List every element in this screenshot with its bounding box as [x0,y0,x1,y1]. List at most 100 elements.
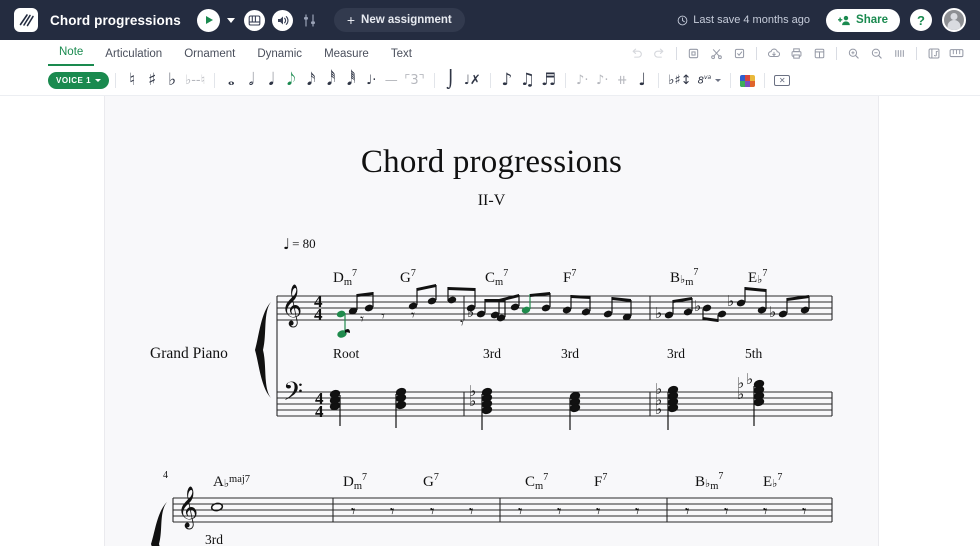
document-tools [625,43,980,66]
clock-icon [677,15,688,25]
volume-button[interactable] [271,9,293,31]
redo-icon[interactable] [648,43,671,63]
flat-logo[interactable] [14,8,38,32]
grace-note-tool[interactable]: ♪ [497,68,517,94]
quarter-rest: 𝄾 [390,502,395,522]
tab-text[interactable]: Text [380,48,423,66]
quarter-rests-system-2: 𝄾 𝄾 𝄾 𝄾 𝄾 𝄾 𝄾 𝄾 𝄾 𝄾 𝄾 𝄾 [351,502,807,522]
play-options-chevron-down-icon[interactable] [226,17,235,23]
quarter-rest: 𝄾 [557,502,562,522]
header-right-group: Last save 4 months ago Share ? [677,8,970,32]
cursor-tool[interactable]: ⌡ [441,68,461,94]
undo-icon[interactable] [625,43,648,63]
sixtyfourth-note-tool[interactable]: 𝅘𝅥𝅱 [341,68,361,94]
function-label: 5th [745,346,763,361]
slur-tool[interactable]: ♪· [572,68,592,94]
bass-chord [329,389,341,426]
mixer-button[interactable] [300,10,320,30]
voice-selector[interactable]: VOICE 1 [48,72,110,89]
tab-note[interactable]: Note [48,46,95,66]
whole-note-tool[interactable]: 𝅝 [221,68,241,94]
print-icon[interactable] [785,43,808,63]
divider [836,46,837,60]
save-cloud-icon[interactable] [762,43,785,63]
dotted-note-tool[interactable]: ♩· [361,68,381,94]
layout-icon[interactable] [808,43,831,63]
flat-accidental: ♭ [727,292,734,310]
chord-symbol: Cm7 [485,268,508,288]
new-assignment-label: New assignment [361,14,452,26]
divider [730,73,732,88]
copy-icon[interactable] [682,43,705,63]
clear-tool[interactable]: ✕ [771,68,793,94]
bass-chord [569,391,581,430]
piano-keyboard-button[interactable] [243,9,265,31]
octave-tool[interactable]: 8va [695,68,725,94]
avatar[interactable] [942,8,966,32]
chord-symbols-system-1: Dm7 G7 Cm7 F7 B♭m7 E♭7 [333,267,767,288]
quarter-rest: 𝄾 [724,502,729,522]
divider [676,46,677,60]
quarter-rest: 𝄾 [430,502,435,522]
paste-icon[interactable] [728,43,751,63]
chord-symbol: B♭m7 [670,267,698,288]
sharp-tool[interactable]: ♯ [142,68,162,94]
sixteenth-note-tool[interactable]: 𝅘𝅥𝅯 [301,68,321,94]
tab-measure[interactable]: Measure [313,48,380,66]
transpose-tool[interactable]: ♭♯↕ [665,68,694,94]
flat-tool[interactable]: ♭ [162,68,182,94]
stem-direction-tool[interactable]: ♩ [632,68,652,94]
tie-tool[interactable]: — [381,68,401,94]
quarter-rest: 𝄾 [460,314,464,332]
system-1[interactable]: Dm7 G7 Cm7 F7 B♭m7 E♭7 𝄞 𝄢 4 4 4 4 𝄾 𝄾 𝄾… [105,96,880,456]
tab-dynamic[interactable]: Dynamic [246,48,313,66]
bass-clef-icon: 𝄢 [283,377,303,413]
share-label: Share [856,14,888,26]
repeat-tool[interactable]: ⧺ [612,68,632,94]
share-button[interactable]: Share [826,8,900,32]
quarter-rest: 𝄾 [411,306,415,324]
tab-ornament[interactable]: Ornament [173,48,246,66]
document-title[interactable]: Chord progressions [50,13,181,28]
natural-tool[interactable]: ♮ [122,68,142,94]
chord-symbol: F7 [594,472,607,490]
tab-articulation[interactable]: Articulation [94,48,173,66]
color-tool[interactable] [737,68,758,94]
eighth-note-tool[interactable]: 𝅘𝅥𝅮 [281,68,301,94]
beam-tool[interactable]: ♫ [517,68,538,94]
time-signature-denominator: 4 [315,402,324,421]
tuplet-tool[interactable]: ⌜3⌝ [401,68,427,94]
svg-text:♭: ♭ [746,370,753,388]
function-label: 3rd [205,532,223,546]
zoom-out-icon[interactable] [865,43,888,63]
flat-accidental: ♭ [467,303,474,321]
beam-split-tool[interactable]: ♬ [538,68,559,94]
chord-symbol: B♭m7 [695,471,723,492]
score-canvas[interactable]: Chord progressions II-V ♩ = 80 Grand Pia… [0,96,980,546]
zoom-in-icon[interactable] [842,43,865,63]
measure-1-notes: 𝄾 𝄾 𝄾 𝄾 [336,284,520,338]
tab-list: Note Articulation Ornament Dynamic Measu… [48,46,423,66]
piano-keyboard-icon [248,14,261,26]
page-view-icon[interactable] [888,43,911,63]
play-button[interactable] [196,8,220,32]
quarter-note-tool[interactable]: 𝅘𝅥 [261,68,281,94]
tie-note-tool[interactable]: ♪· [592,68,612,94]
chord-symbol: G7 [423,472,439,490]
ribbon-tabs: Note Articulation Ornament Dynamic Measu… [0,40,980,66]
delete-note-tool[interactable]: ♩✗ [461,68,484,94]
new-assignment-button[interactable]: + New assignment [333,8,465,32]
parts-icon[interactable] [922,43,945,63]
half-note-tool[interactable]: 𝅗𝅥 [241,68,261,94]
help-button[interactable]: ? [910,9,932,31]
measure-3-notes: ♭ ♭ ♭ ♭ [655,287,810,322]
plus-icon: + [346,12,356,28]
divider [916,46,917,60]
system-2[interactable]: 4 A♭maj7 Dm7 G7 Cm7 F7 B♭m7 E♭7 𝄞 3rd 𝄾 … [105,464,880,546]
chord-symbol: Dm7 [343,472,367,492]
chord-symbols-system-2: A♭maj7 Dm7 G7 Cm7 F7 B♭m7 E♭7 [213,471,782,492]
thirtysecond-note-tool[interactable]: 𝅘𝅥𝅰 [321,68,341,94]
accidental-range-tool[interactable]: ♭--♮ [182,68,208,94]
keyboard-icon[interactable] [945,43,968,63]
cut-icon[interactable] [705,43,728,63]
